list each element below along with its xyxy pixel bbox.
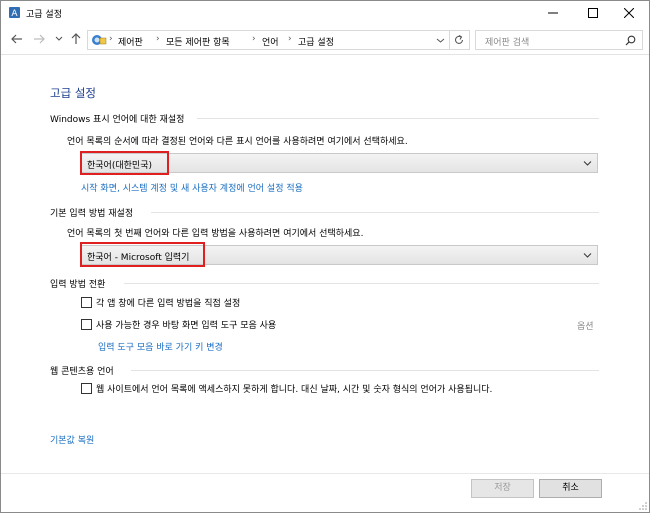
up-arrow-icon[interactable]: [69, 32, 83, 46]
section-divider: [151, 212, 599, 213]
change-hotkeys-link[interactable]: 입력 도구 모음 바로 가기 키 변경: [98, 340, 223, 353]
main-content: 고급 설정 Windows 표시 언어에 대한 재설정 언어 목록의 순서에 따…: [1, 56, 649, 512]
address-dropdown-chevron-icon[interactable]: [436, 36, 445, 45]
resize-grip-icon[interactable]: [638, 501, 648, 511]
chevron-down-icon: [583, 161, 592, 166]
desktop-language-bar-label[interactable]: 사용 가능한 경우 바탕 화면 입력 도구 모음 사용: [96, 318, 276, 331]
address-bar[interactable]: › 제어판 › 모든 제어판 항목 › 언어 › 고급 설정: [87, 30, 470, 50]
svg-text:A: A: [11, 9, 18, 19]
web-language-list-label[interactable]: 웹 사이트에서 언어 목록에 액세스하지 못하게 합니다. 대신 날짜, 시간 …: [96, 382, 492, 395]
options-link[interactable]: 옵션: [577, 319, 594, 332]
breadcrumb-advanced-settings[interactable]: 고급 설정: [298, 35, 334, 48]
section-divider: [131, 370, 599, 371]
cancel-button[interactable]: 취소: [539, 479, 602, 498]
footer-divider: [1, 473, 649, 474]
highlight-box: [80, 242, 205, 267]
desktop-language-bar-checkbox[interactable]: [81, 319, 92, 330]
per-app-input-label[interactable]: 각 앱 창에 다른 입력 방법을 직접 설정: [96, 296, 240, 309]
breadcrumb-separator-icon: ›: [252, 34, 256, 44]
section-divider: [124, 283, 599, 284]
close-icon: [624, 8, 634, 18]
breadcrumb-control-panel[interactable]: 제어판: [118, 35, 143, 48]
back-arrow-icon[interactable]: [10, 32, 24, 46]
breadcrumb-separator-icon: ›: [288, 34, 292, 44]
maximize-button[interactable]: [573, 1, 613, 25]
search-icon[interactable]: [625, 35, 636, 46]
display-language-heading: Windows 표시 언어에 대한 재설정: [50, 115, 185, 125]
search-box[interactable]: 제어판 검색: [475, 30, 643, 50]
web-language-list-checkbox[interactable]: [81, 383, 92, 394]
input-method-description: 언어 목록의 첫 번째 언어와 다른 입력 방법을 사용하려면 여기에서 선택하…: [67, 229, 364, 239]
minimize-icon: [548, 12, 558, 14]
breadcrumb-separator-icon: ›: [156, 34, 160, 44]
navigation-bar: › 제어판 › 모든 제어판 항목 › 언어 › 고급 설정 제어판 검색: [1, 25, 649, 55]
section-divider: [197, 118, 599, 119]
restore-defaults-link[interactable]: 기본값 복원: [50, 433, 94, 446]
window-title: 고급 설정: [26, 10, 62, 20]
language-app-icon: A: [9, 7, 20, 19]
minimize-button[interactable]: [533, 1, 573, 25]
switching-heading: 입력 방법 전환: [50, 280, 106, 290]
title-bar: A 고급 설정: [1, 1, 649, 25]
search-placeholder: 제어판 검색: [485, 38, 530, 48]
input-method-heading: 기본 입력 방법 재설정: [50, 209, 134, 219]
forward-arrow-icon[interactable]: [32, 32, 46, 46]
advanced-settings-window: A 고급 설정 › 제어판 › 모든 제어판 항목 › 언어 › 고급 설정 제…: [0, 0, 650, 513]
per-app-input-checkbox[interactable]: [81, 297, 92, 308]
page-title: 고급 설정: [50, 86, 96, 100]
web-content-heading: 웹 콘텐츠용 언어: [50, 367, 114, 377]
save-button[interactable]: 저장: [471, 479, 534, 498]
close-button[interactable]: [609, 1, 649, 25]
apply-language-settings-link[interactable]: 시작 화면, 시스템 계정 및 새 사용자 계정에 언어 설정 적용: [81, 181, 303, 194]
refresh-icon[interactable]: [453, 34, 465, 46]
recent-locations-chevron-icon[interactable]: [52, 32, 66, 46]
highlight-box: [80, 151, 169, 175]
display-language-description: 언어 목록의 순서에 따라 결정된 언어와 다른 표시 언어를 사용하려면 여기…: [67, 137, 408, 147]
breadcrumb-all-items[interactable]: 모든 제어판 항목: [166, 35, 230, 48]
control-panel-icon: [92, 35, 107, 45]
breadcrumb-separator-icon: ›: [109, 34, 113, 44]
chevron-down-icon: [583, 253, 592, 258]
maximize-icon: [588, 8, 598, 18]
breadcrumb-language[interactable]: 언어: [262, 35, 279, 48]
address-divider: [449, 31, 450, 49]
